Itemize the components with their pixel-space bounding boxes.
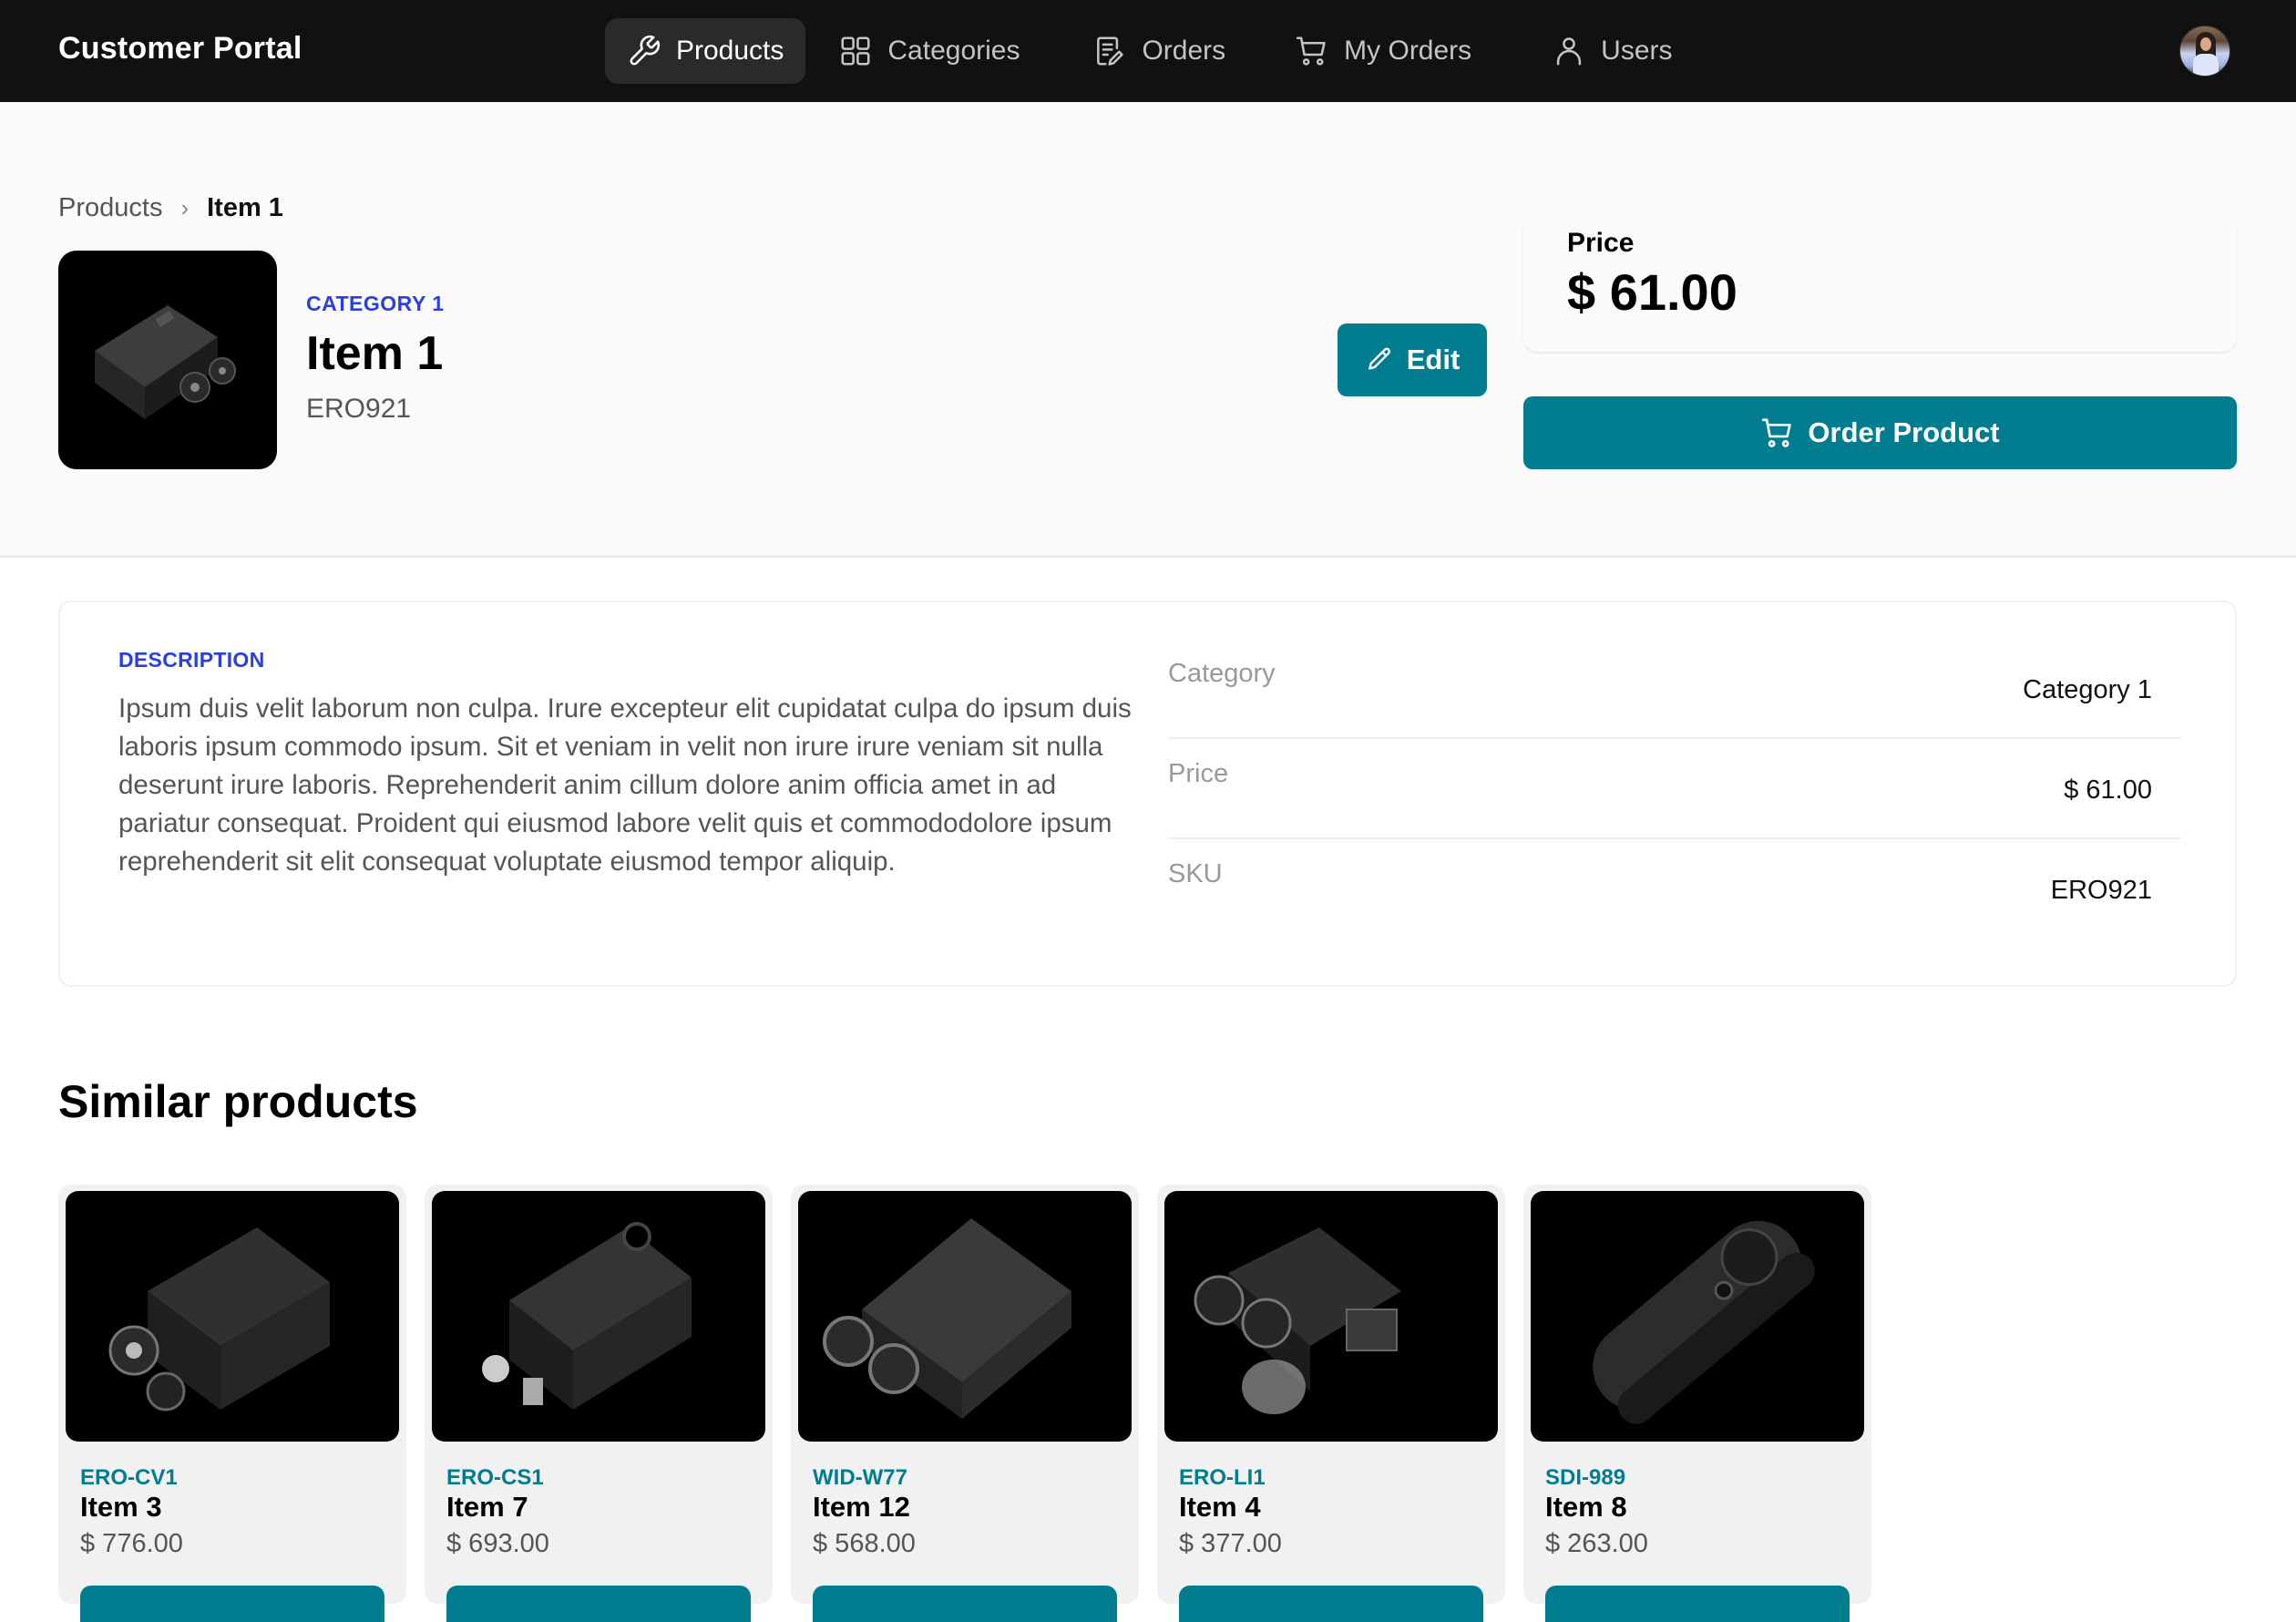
nav-item-products[interactable]: Products <box>605 18 806 84</box>
product-card-image <box>66 1191 399 1442</box>
product-card-sku: ERO-LI1 <box>1179 1465 1266 1490</box>
price-card: Price $ 61.00 <box>1523 210 2237 352</box>
nav-item-label: My Orders <box>1344 36 1472 66</box>
product-card-button[interactable] <box>80 1586 384 1622</box>
order-product-button[interactable]: Order Product <box>1523 396 2237 469</box>
user-avatar[interactable] <box>2179 26 2230 77</box>
edit-button[interactable]: Edit <box>1338 323 1487 396</box>
product-card-price: $ 377.00 <box>1179 1529 1282 1558</box>
product-card[interactable]: SDI-989 Item 8 $ 263.00 <box>1523 1185 1871 1622</box>
spec-key: Price <box>1168 759 1229 788</box>
product-card-sku: WID-W77 <box>813 1465 907 1490</box>
product-card-price: $ 568.00 <box>813 1529 916 1558</box>
breadcrumb: Products › Item 1 <box>58 193 283 223</box>
product-card[interactable]: WID-W77 Item 12 $ 568.00 <box>791 1185 1139 1622</box>
price-value: $ 61.00 <box>1567 263 1737 321</box>
breadcrumb-current: Item 1 <box>207 193 283 222</box>
product-sku: ERO921 <box>306 394 412 424</box>
product-card-image <box>798 1191 1132 1442</box>
product-card-name: Item 8 <box>1545 1491 1627 1523</box>
product-card-image <box>1164 1191 1498 1442</box>
document-edit-icon <box>1092 34 1127 68</box>
product-card-name: Item 7 <box>446 1491 528 1523</box>
product-card-button[interactable] <box>1179 1586 1483 1622</box>
order-button-label: Order Product <box>1808 416 2000 448</box>
product-category-label: CATEGORY 1 <box>306 292 445 315</box>
specs-table: Category Category 1 Price $ 61.00 SKU ER… <box>1168 639 2181 939</box>
nav-item-my-orders[interactable]: My Orders <box>1273 18 1493 84</box>
description-heading: DESCRIPTION <box>118 648 265 672</box>
product-card-name: Item 3 <box>80 1491 162 1523</box>
product-title: Item 1 <box>306 327 444 380</box>
product-card-name: Item 4 <box>1179 1491 1261 1523</box>
similar-products-list: ERO-CV1 Item 3 $ 776.00 ERO-CS1 Item 7 $… <box>58 1185 1890 1622</box>
product-card[interactable]: ERO-LI1 Item 4 $ 377.00 <box>1157 1185 1505 1622</box>
product-card-price: $ 693.00 <box>446 1529 549 1558</box>
product-card-button[interactable] <box>1545 1586 1850 1622</box>
price-label: Price <box>1567 228 1635 258</box>
description-card: DESCRIPTION Ipsum duis velit laborum non… <box>58 601 2237 987</box>
product-card-name: Item 12 <box>813 1491 910 1523</box>
spec-row-price: Price $ 61.00 <box>1168 739 2181 839</box>
spec-row-category: Category Category 1 <box>1168 639 2181 739</box>
spec-row-sku: SKU ERO921 <box>1168 839 2181 939</box>
product-card-sku: ERO-CV1 <box>80 1465 178 1490</box>
breadcrumb-products-link[interactable]: Products <box>58 193 162 223</box>
description-text: Ipsum duis velit laborum non culpa. Irur… <box>118 693 1132 877</box>
spec-value: Category 1 <box>2023 675 2152 704</box>
grid-icon <box>838 34 873 68</box>
wrench-icon <box>627 34 661 68</box>
product-card-button[interactable] <box>813 1586 1117 1622</box>
product-card-sku: SDI-989 <box>1545 1465 1626 1490</box>
brand-title[interactable]: Customer Portal <box>58 31 302 67</box>
spec-value: ERO921 <box>2050 876 2152 905</box>
edit-button-label: Edit <box>1406 344 1461 375</box>
nav-item-users[interactable]: Users <box>1530 18 1694 84</box>
pencil-icon <box>1368 347 1390 370</box>
chevron-right-icon: › <box>180 194 190 221</box>
product-card-price: $ 776.00 <box>80 1529 183 1558</box>
spec-key: SKU <box>1168 859 1223 888</box>
product-card-price: $ 263.00 <box>1545 1529 1648 1558</box>
top-nav-bar: Customer Portal Products Categories Orde… <box>0 0 2296 102</box>
product-card[interactable]: ERO-CV1 Item 3 $ 776.00 <box>58 1185 406 1622</box>
product-card[interactable]: ERO-CS1 Item 7 $ 693.00 <box>425 1185 773 1622</box>
cart-icon <box>1295 34 1329 68</box>
product-card-sku: ERO-CS1 <box>446 1465 544 1490</box>
nav-menu: Products Categories Orders My Orders Use… <box>605 18 1696 84</box>
similar-products-heading: Similar products <box>58 1076 418 1127</box>
nav-item-label: Categories <box>887 36 1020 66</box>
user-icon <box>1552 34 1586 68</box>
spec-value: $ 61.00 <box>2064 775 2152 805</box>
product-image <box>58 251 277 469</box>
product-card-button[interactable] <box>446 1586 751 1622</box>
product-card-image <box>432 1191 765 1442</box>
nav-item-orders[interactable]: Orders <box>1071 18 1247 84</box>
cart-icon <box>1762 418 1792 447</box>
spec-key: Category <box>1168 659 1276 688</box>
nav-item-label: Orders <box>1142 36 1226 66</box>
nav-item-label: Users <box>1601 36 1673 66</box>
product-card-image <box>1531 1191 1864 1442</box>
nav-item-categories[interactable]: Categories <box>816 18 1041 84</box>
product-header: Products › Item 1 CATEGORY 1 Item 1 ERO9… <box>0 102 2296 558</box>
nav-item-label: Products <box>676 36 784 66</box>
